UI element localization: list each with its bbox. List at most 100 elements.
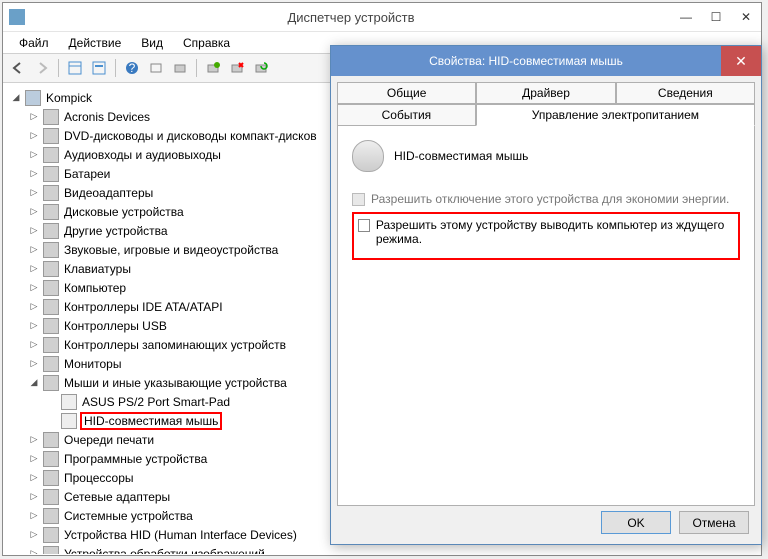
tree-item-label: Устройства HID (Human Interface Devices) <box>62 527 299 543</box>
checkbox-allow-wake-label: Разрешить этому устройству выводить комп… <box>376 218 732 246</box>
tab-panel-power: HID-совместимая мышь Разрешить отключени… <box>337 126 755 506</box>
update-driver-button[interactable] <box>169 57 191 79</box>
expander-icon[interactable]: ▷ <box>28 453 40 465</box>
back-button[interactable] <box>7 57 29 79</box>
expander-icon[interactable]: ▷ <box>28 491 40 503</box>
menu-file[interactable]: Файл <box>11 34 57 52</box>
tab-strip: Общие Драйвер Сведения События Управлени… <box>337 82 755 126</box>
maximize-button[interactable]: ☐ <box>701 6 731 28</box>
window-title: Диспетчер устройств <box>31 10 671 25</box>
device-icon <box>43 546 59 555</box>
tree-item-label: Дисковые устройства <box>62 204 186 220</box>
checkbox-allow-wake-row[interactable]: Разрешить этому устройству выводить комп… <box>358 218 732 246</box>
expander-icon[interactable]: ▷ <box>28 263 40 275</box>
tab-general[interactable]: Общие <box>337 82 476 104</box>
properties-toolbar-button[interactable] <box>88 57 110 79</box>
computer-icon <box>25 90 41 106</box>
tree-item-label: Процессоры <box>62 470 136 486</box>
mouse-category-icon <box>43 375 59 391</box>
tree-item-label: Контроллеры IDE ATA/ATAPI <box>62 299 225 315</box>
device-icon <box>43 280 59 296</box>
tree-item-label: Сетевые адаптеры <box>62 489 172 505</box>
expander-icon[interactable]: ▷ <box>28 149 40 161</box>
checkbox-allow-wake[interactable] <box>358 219 370 232</box>
expander-icon[interactable] <box>46 415 58 427</box>
device-name: HID-совместимая мышь <box>394 149 528 163</box>
tree-item-label: Мыши и иные указывающие устройства <box>62 375 289 391</box>
tab-events[interactable]: События <box>337 104 476 126</box>
device-icon <box>43 109 59 125</box>
tree-item-label: Другие устройства <box>62 223 170 239</box>
expander-icon[interactable]: ▷ <box>28 339 40 351</box>
minimize-button[interactable]: — <box>671 6 701 28</box>
show-hide-tree-button[interactable] <box>64 57 86 79</box>
menu-view[interactable]: Вид <box>133 34 171 52</box>
expander-icon[interactable]: ▷ <box>28 434 40 446</box>
dialog-buttons: OK Отмена <box>601 511 749 534</box>
expander-icon[interactable]: ▷ <box>28 282 40 294</box>
checkbox-allow-turnoff-row: Разрешить отключение этого устройства дл… <box>352 192 740 206</box>
tree-item-label: Мониторы <box>62 356 123 372</box>
device-icon <box>43 223 59 239</box>
expander-icon[interactable]: ◢ <box>28 377 40 389</box>
disable-button[interactable] <box>226 57 248 79</box>
expander-icon[interactable] <box>46 396 58 408</box>
tree-category[interactable]: ▷Устройства обработки изображений <box>6 544 758 554</box>
checkbox-allow-turnoff <box>352 193 365 206</box>
device-icon <box>43 147 59 163</box>
tab-details[interactable]: Сведения <box>616 82 755 104</box>
help-button[interactable]: ? <box>121 57 143 79</box>
expander-icon[interactable]: ▷ <box>28 168 40 180</box>
ok-button[interactable]: OK <box>601 511 671 534</box>
dialog-close-button[interactable]: ✕ <box>721 46 761 76</box>
tab-power[interactable]: Управление электропитанием <box>476 104 755 126</box>
device-icon <box>43 356 59 372</box>
svg-text:?: ? <box>129 61 136 75</box>
app-icon <box>9 9 25 25</box>
expander-icon[interactable]: ▷ <box>28 301 40 313</box>
tree-item-label: Программные устройства <box>62 451 209 467</box>
menu-action[interactable]: Действие <box>61 34 130 52</box>
titlebar: Диспетчер устройств — ☐ ✕ <box>3 3 761 31</box>
menu-help[interactable]: Справка <box>175 34 238 52</box>
expander-icon[interactable]: ▷ <box>28 206 40 218</box>
close-button[interactable]: ✕ <box>731 6 761 28</box>
device-icon <box>43 318 59 334</box>
device-icon <box>43 166 59 182</box>
window-controls: — ☐ ✕ <box>671 6 761 28</box>
forward-button[interactable] <box>31 57 53 79</box>
properties-dialog: Свойства: HID-совместимая мышь ✕ Общие Д… <box>330 45 762 545</box>
expander-icon[interactable]: ▷ <box>28 320 40 332</box>
tree-item-label: HID-совместимая мышь <box>80 412 222 430</box>
device-icon <box>43 451 59 467</box>
tree-item-label: Клавиатуры <box>62 261 133 277</box>
expander-icon[interactable]: ▷ <box>28 548 40 555</box>
tree-item-label: Компьютер <box>62 280 128 296</box>
uninstall-button[interactable] <box>202 57 224 79</box>
expander-icon[interactable]: ▷ <box>28 244 40 256</box>
expander-icon[interactable]: ▷ <box>28 472 40 484</box>
expander-icon[interactable]: ▷ <box>28 111 40 123</box>
tree-item-label: Аудиовходы и аудиовыходы <box>62 147 223 163</box>
expander-icon[interactable]: ▷ <box>28 529 40 541</box>
tree-item-label: Видеоадаптеры <box>62 185 155 201</box>
device-icon <box>43 470 59 486</box>
highlight-frame: Разрешить этому устройству выводить комп… <box>352 212 740 260</box>
expander-icon[interactable]: ▷ <box>28 225 40 237</box>
device-icon <box>43 242 59 258</box>
tab-driver[interactable]: Драйвер <box>476 82 615 104</box>
expander-icon[interactable]: ▷ <box>28 130 40 142</box>
cancel-button[interactable]: Отмена <box>679 511 749 534</box>
tree-item-label: Контроллеры запоминающих устройств <box>62 337 288 353</box>
expander-icon[interactable]: ▷ <box>28 358 40 370</box>
mouse-icon <box>61 413 77 429</box>
checkbox-allow-turnoff-label: Разрешить отключение этого устройства дл… <box>371 192 729 206</box>
refresh-button[interactable] <box>250 57 272 79</box>
expander-icon[interactable]: ▷ <box>28 187 40 199</box>
expander-icon[interactable]: ◢ <box>10 92 22 104</box>
device-icon <box>43 185 59 201</box>
tree-item-label: ASUS PS/2 Port Smart-Pad <box>80 394 232 410</box>
scan-hardware-button[interactable] <box>145 57 167 79</box>
device-icon <box>43 337 59 353</box>
expander-icon[interactable]: ▷ <box>28 510 40 522</box>
